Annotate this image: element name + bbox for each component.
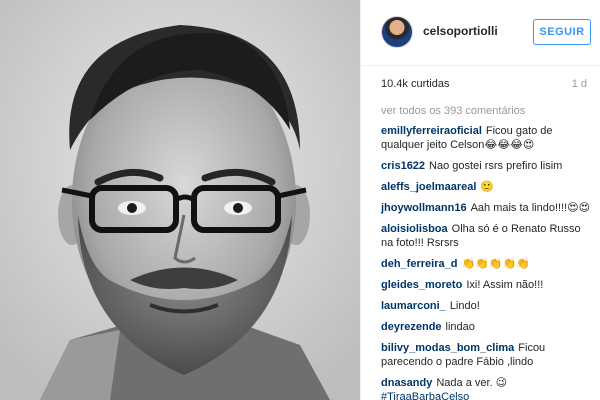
profile-avatar[interactable] — [381, 16, 413, 48]
comment-item: deh_ferreira_d 👏👏👏👏👏 — [381, 257, 595, 271]
comment-user[interactable]: laumarconi_ — [381, 300, 446, 312]
comment-user[interactable]: dnasandy — [381, 377, 432, 389]
comment-user[interactable]: emillyferreiraoficial — [381, 125, 482, 137]
comment-text: Ixi! Assim não!!! — [466, 279, 544, 291]
comments-list: ver todos os 393 comentários emillyferre… — [381, 104, 595, 400]
comment-item: deyrezende lindao — [381, 320, 595, 334]
post-side-panel: celsoportiolli SEGUIR 10.4k curtidas 1 d… — [360, 0, 600, 400]
comment-user[interactable]: aleffs_joelmaareal — [381, 181, 476, 193]
comment-user[interactable]: gleides_moreto — [381, 279, 462, 291]
comment-text: Nao gostei rsrs prefiro lisim — [429, 160, 563, 172]
comment-text: Lindo! — [449, 300, 480, 312]
view-all-comments-link[interactable]: ver todos os 393 comentários — [381, 104, 595, 118]
comment-user[interactable]: cris1622 — [381, 160, 425, 172]
comment-item: emillyferreiraoficial Ficou gato de qualq… — [381, 124, 595, 152]
comment-user[interactable]: deh_ferreira_d — [381, 258, 457, 270]
comment-text: lindao — [445, 321, 475, 333]
post-username[interactable]: celsoportiolli — [423, 24, 498, 38]
comment-item: aleffs_joelmaareal 🙂 — [381, 180, 595, 194]
comment-user[interactable]: jhoywollmann16 — [381, 202, 467, 214]
comment-text: Aah mais ta lindo!!!!😍😍 — [470, 202, 591, 214]
comment-text: 👏👏👏👏👏 — [461, 258, 530, 270]
likes-count[interactable]: 10.4k curtidas — [381, 78, 449, 90]
follow-button[interactable]: SEGUIR — [533, 19, 591, 45]
likes-row: 10.4k curtidas 1 d — [381, 78, 587, 94]
post-photo[interactable] — [0, 0, 360, 400]
comment-user[interactable]: aloisiolisboa — [381, 223, 448, 235]
comment-item: aloisiolisboa Olha só é o Renato Russo na… — [381, 222, 595, 250]
comment-text: Nada a ver. 😉 — [436, 377, 508, 389]
comment-item: gleides_moreto Ixi! Assim não!!! — [381, 278, 595, 292]
comment-user[interactable]: bilivy_modas_bom_clima — [381, 342, 514, 354]
hashtag-link[interactable]: #TiraaBarbaCelso — [381, 391, 469, 400]
comment-item: cris1622 Nao gostei rsrs prefiro lisim — [381, 159, 595, 173]
comment-item: jhoywollmann16 Aah mais ta lindo!!!!😍😍 — [381, 201, 595, 215]
post-time[interactable]: 1 d — [572, 78, 587, 90]
portrait-photo — [0, 0, 360, 400]
comment-user[interactable]: deyrezende — [381, 321, 442, 333]
comment-text: 🙂 — [480, 181, 495, 193]
comment-item: laumarconi_ Lindo! — [381, 299, 595, 313]
comment-item: bilivy_modas_bom_clima Ficou parecendo o … — [381, 341, 595, 369]
comment-item: dnasandy Nada a ver. 😉 #TiraaBarbaCelso — [381, 376, 595, 400]
post-header: celsoportiolli SEGUIR — [361, 0, 600, 66]
